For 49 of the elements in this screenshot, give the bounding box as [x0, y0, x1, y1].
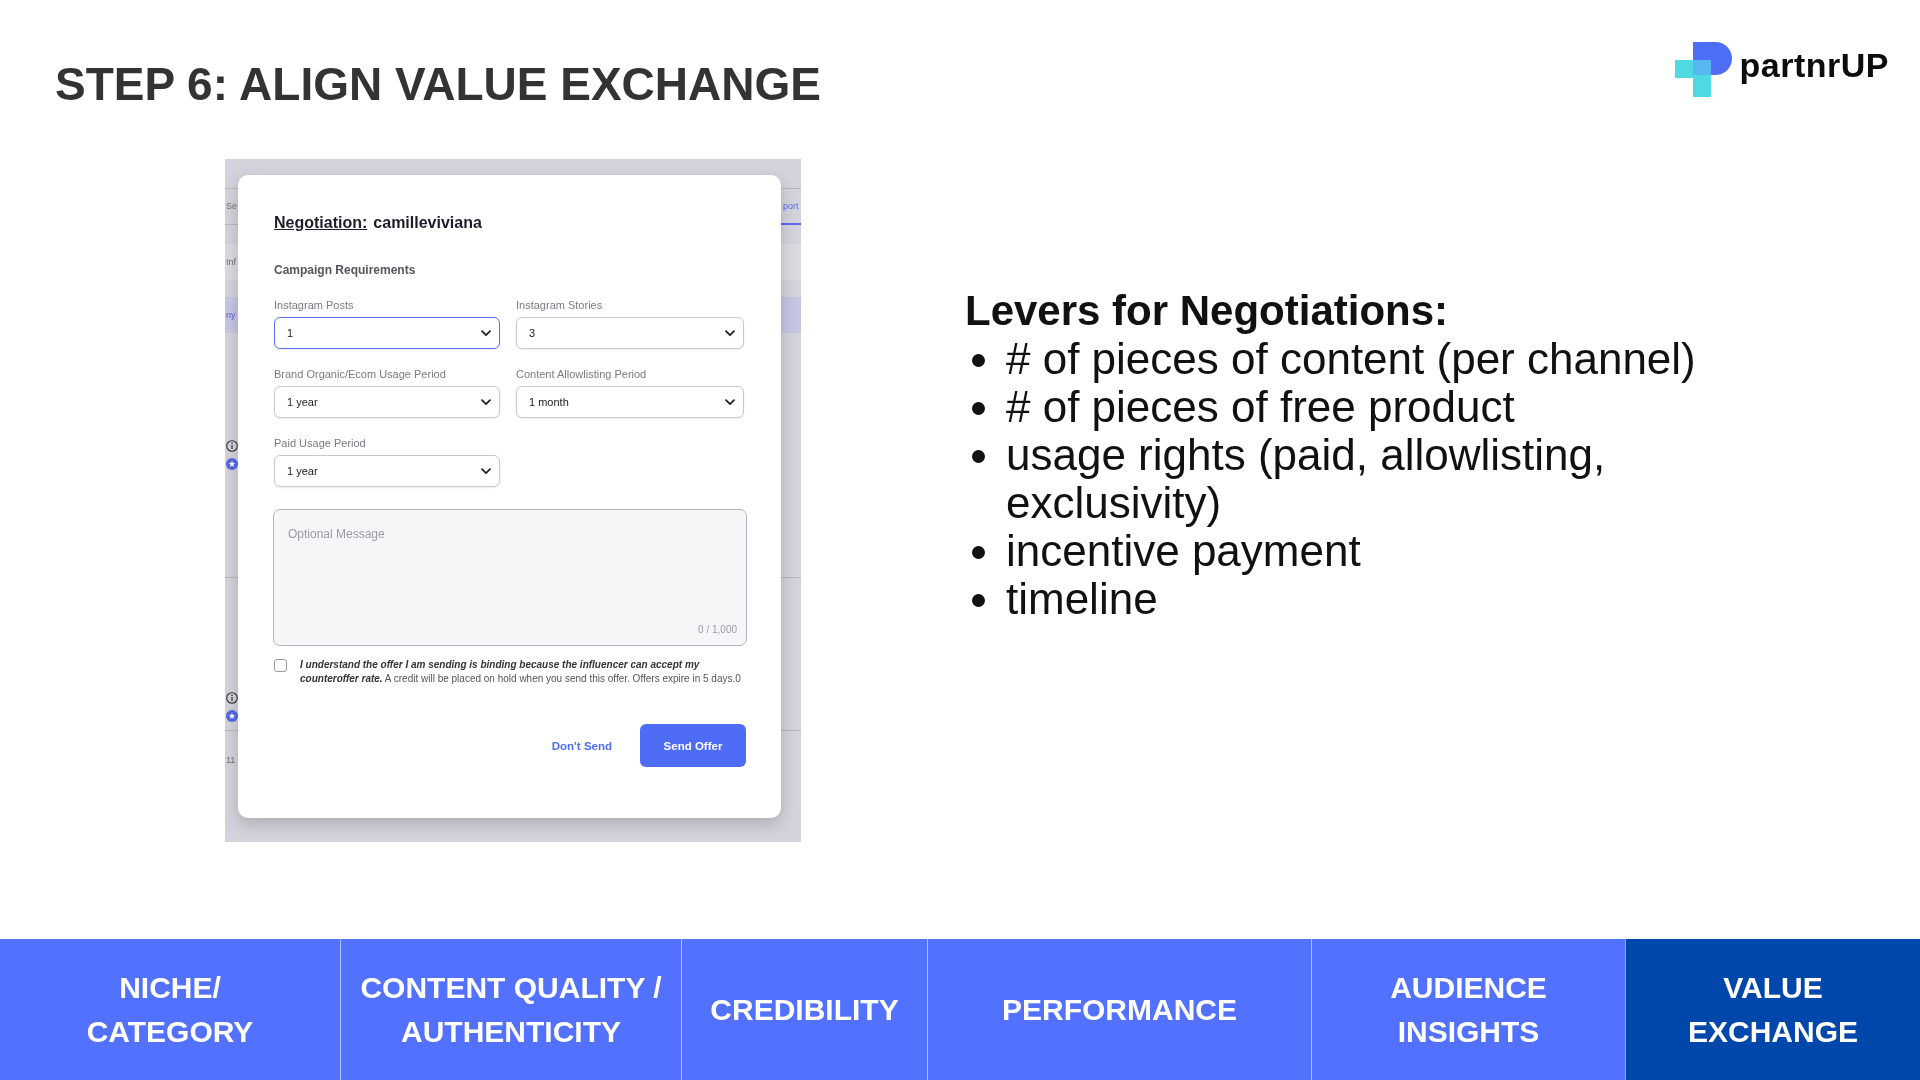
dropdown[interactable]: 1 month — [516, 386, 744, 418]
info-icon — [226, 440, 238, 452]
category-segment: AUDIENCE INSIGHTS — [1311, 939, 1625, 1080]
field-label: Paid Usage Period — [274, 436, 366, 450]
checkbox[interactable] — [274, 659, 287, 672]
partial-text: ny — [225, 309, 236, 321]
chevron-down-icon — [481, 467, 491, 475]
field-label: Content Allowlisting Period — [516, 367, 647, 381]
category-segment: VALUE EXCHANGE — [1625, 939, 1920, 1080]
lever-item: usage rights (paid, allowlisting, exclusivity) — [1006, 431, 1607, 527]
category-segment: CONTENT QUALITY / AUTHENTICITY — [340, 939, 681, 1080]
field-label: Instagram Posts — [274, 298, 354, 312]
bullet-icon — [972, 402, 985, 415]
field-label: Brand Organic/Ecom Usage Period — [274, 367, 446, 381]
chevron-down-icon — [725, 398, 735, 406]
character-counter: 0 / 1,000 — [698, 624, 737, 636]
field-label: Instagram Stories — [516, 298, 603, 312]
dropdown[interactable]: 1 year — [274, 386, 500, 418]
link-button[interactable]: Don't Send — [547, 731, 616, 760]
bullet-icon — [972, 546, 985, 559]
logo-text: partnrUP — [1739, 48, 1889, 82]
logo-icon — [1674, 42, 1732, 97]
chevron-down-icon — [725, 329, 735, 337]
dialog-title-label: Negotiation: — [274, 213, 368, 233]
lever-item: timeline — [1006, 575, 1159, 623]
partial-text: 11 — [225, 754, 236, 766]
bullet-icon — [972, 450, 985, 463]
dialog-title: camilleviviana — [373, 213, 482, 233]
levers-heading: Levers for Negotiations: — [965, 287, 1450, 335]
category-segment: PERFORMANCE — [927, 939, 1311, 1080]
category-segment: NICHE/ CATEGORY — [0, 939, 340, 1080]
chevron-down-icon — [481, 398, 491, 406]
chevron-down-icon — [481, 329, 491, 337]
primary-button[interactable]: Send Offer — [640, 724, 746, 767]
lever-item: # of pieces of free product — [1006, 383, 1516, 431]
dropdown[interactable]: 1 year — [274, 455, 500, 487]
partial-text: Inf — [225, 256, 236, 268]
info-icon — [226, 692, 238, 704]
agreement-text: I understand the offer I am sending is binding because the influencer can accept my counteroffer rate. A credit will be placed on hold when you send this offer. Offers expire in 5 days.0 — [300, 658, 742, 686]
bullet-icon — [972, 594, 985, 607]
lever-item: incentive payment — [1006, 527, 1362, 575]
dropdown[interactable]: 1 — [274, 317, 500, 349]
lever-item: # of pieces of content (per channel) — [1006, 335, 1697, 383]
bullet-icon — [972, 354, 985, 367]
page-title: STEP 6: ALIGN VALUE EXCHANGE — [55, 61, 821, 107]
dropdown[interactable]: 3 — [516, 317, 744, 349]
category-segment: CREDIBILITY — [681, 939, 927, 1080]
partial-text: Se — [225, 201, 237, 212]
section-heading: Campaign Requirements — [274, 262, 417, 279]
